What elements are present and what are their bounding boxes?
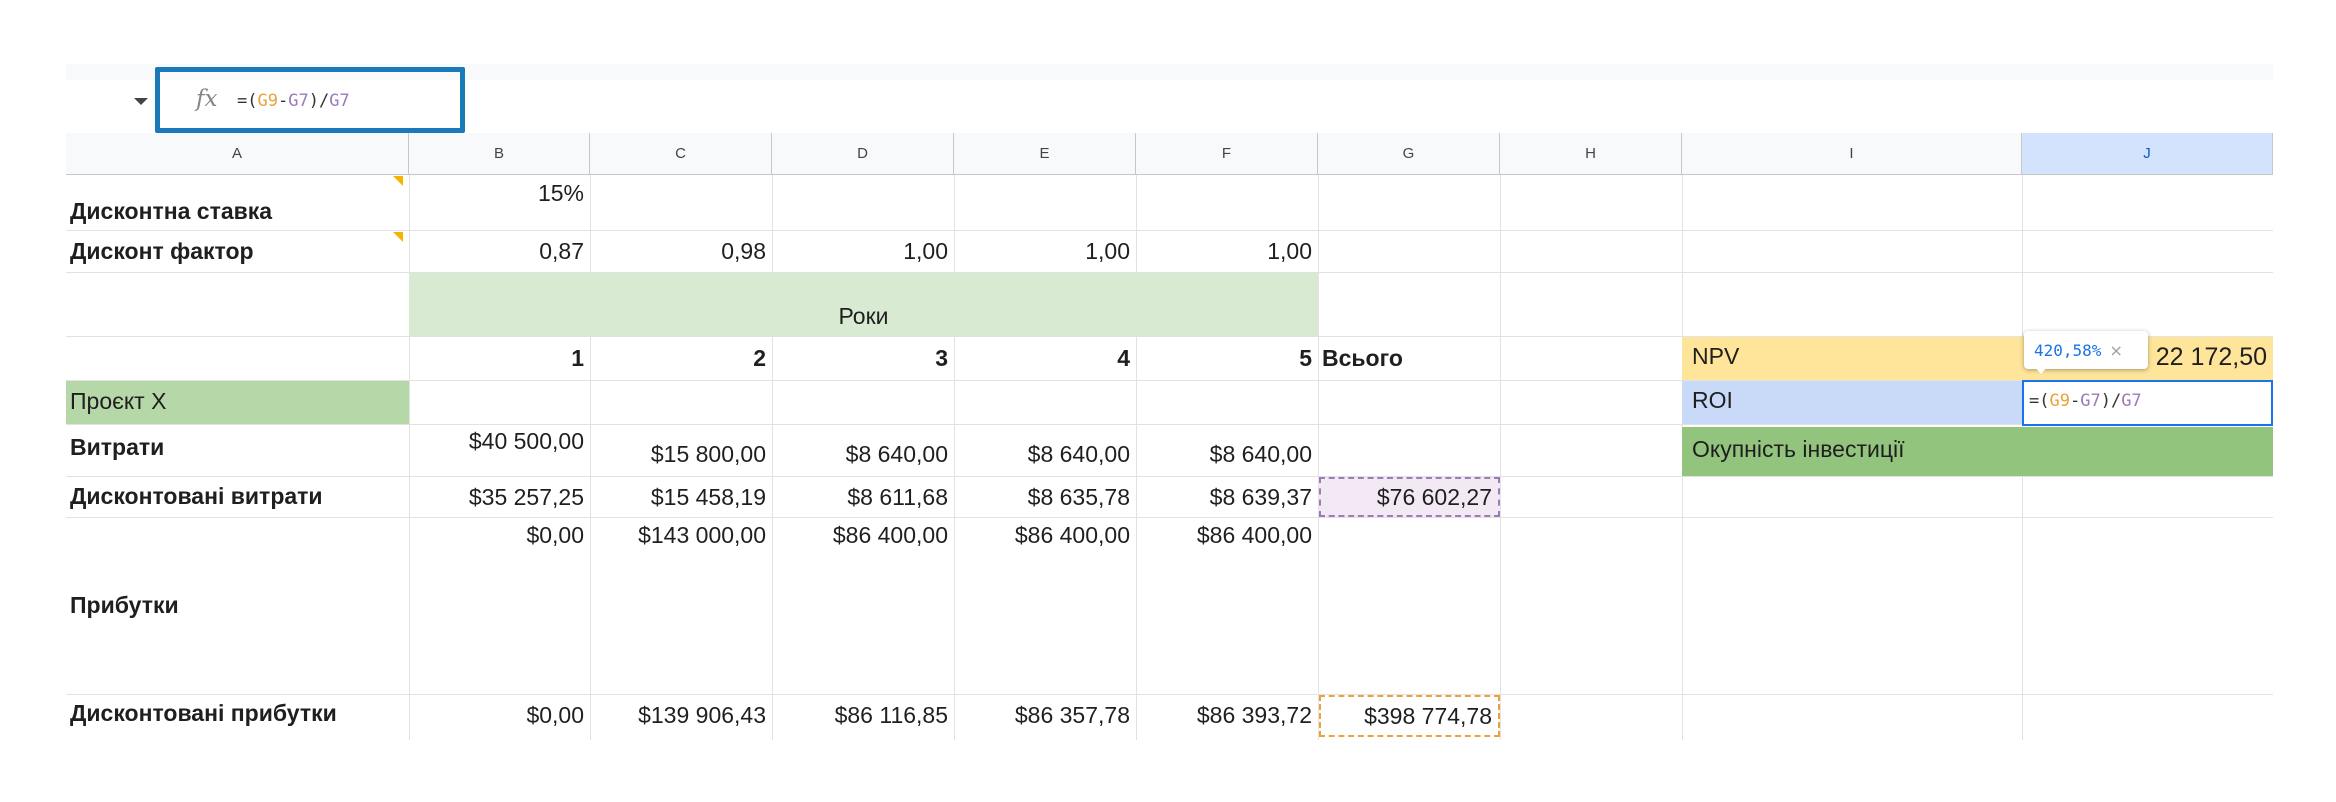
cell-c2[interactable]: 0,98 bbox=[590, 238, 772, 265]
cell-e-costs[interactable]: $8 640,00 bbox=[954, 441, 1136, 468]
column-header-a[interactable]: A bbox=[66, 133, 409, 175]
cell-f2[interactable]: 1,00 bbox=[1136, 238, 1318, 265]
label-costs[interactable]: Витрати bbox=[66, 434, 409, 461]
label-project[interactable]: Проєкт Х bbox=[66, 381, 409, 424]
formula-ref: G7 bbox=[2080, 391, 2101, 411]
column-header-j[interactable]: J bbox=[2022, 133, 2273, 175]
column-header-b[interactable]: B bbox=[409, 133, 590, 175]
formula-ref: G7 bbox=[288, 91, 309, 111]
label-discounted-profits[interactable]: Дисконтовані прибутки bbox=[66, 700, 409, 727]
column-header-f[interactable]: F bbox=[1136, 133, 1318, 175]
cell-b-profits[interactable]: $0,00 bbox=[409, 522, 590, 549]
grid-line bbox=[66, 424, 2273, 425]
cell-b-dcosts[interactable]: $35 257,25 bbox=[409, 484, 590, 511]
payback-label-text: Окупність інвестиції bbox=[1692, 436, 1905, 462]
cell-f-costs[interactable]: $8 640,00 bbox=[1136, 441, 1318, 468]
label-discount-factor[interactable]: Дисконт фактор bbox=[66, 238, 409, 265]
cell-d-profits[interactable]: $86 400,00 bbox=[772, 522, 954, 549]
formula-ref: G9 bbox=[2049, 391, 2070, 411]
cell-d2[interactable]: 1,00 bbox=[772, 238, 954, 265]
column-header-g[interactable]: G bbox=[1318, 133, 1500, 175]
formula-text: )/ bbox=[308, 91, 330, 111]
column-header-i[interactable]: I bbox=[1682, 133, 2022, 175]
cell-f-dprofits[interactable]: $86 393,72 bbox=[1136, 702, 1318, 729]
formula-preview-tooltip: 420,58% × bbox=[2024, 331, 2148, 369]
grid-line bbox=[66, 694, 2273, 695]
cell-b2[interactable]: 0,87 bbox=[409, 238, 590, 265]
cell-f-profits[interactable]: $86 400,00 bbox=[1136, 522, 1318, 549]
cell-year-5[interactable]: 5 bbox=[1136, 345, 1318, 372]
label-roi[interactable]: ROI bbox=[1682, 381, 2022, 424]
cell-year-1[interactable]: 1 bbox=[409, 345, 590, 372]
column-header-d[interactable]: D bbox=[772, 133, 954, 175]
cell-d-costs[interactable]: $8 640,00 bbox=[772, 441, 954, 468]
column-header-h[interactable]: H bbox=[1500, 133, 1682, 175]
column-header-c[interactable]: C bbox=[590, 133, 772, 175]
note-indicator-icon[interactable] bbox=[393, 176, 403, 186]
years-label: Роки bbox=[838, 303, 889, 329]
cell-b-dprofits[interactable]: $0,00 bbox=[409, 702, 590, 729]
grid-line bbox=[66, 476, 2273, 477]
column-header-e[interactable]: E bbox=[954, 133, 1136, 175]
cell-e-profits[interactable]: $86 400,00 bbox=[954, 522, 1136, 549]
grid-line bbox=[66, 230, 2273, 231]
npv-value-text: 22 172,50 bbox=[2155, 343, 2267, 371]
cell-payback-value[interactable] bbox=[2022, 427, 2273, 476]
close-icon[interactable]: × bbox=[2109, 341, 2122, 360]
formula-ref: G9 bbox=[257, 91, 278, 111]
grid-line bbox=[1500, 175, 1501, 740]
label-discount-rate[interactable]: Дисконтна ставка bbox=[66, 198, 409, 225]
cell-c-costs[interactable]: $15 800,00 bbox=[590, 441, 772, 468]
roi-label-text: ROI bbox=[1692, 387, 1733, 413]
tooltip-pointer bbox=[2034, 366, 2048, 374]
cell-b-costs[interactable]: $40 500,00 bbox=[409, 428, 590, 455]
formula-text: )/ bbox=[2100, 391, 2122, 411]
fx-icon: fx bbox=[196, 86, 218, 112]
cell-d-dcosts[interactable]: $8 611,68 bbox=[772, 484, 954, 511]
npv-label-text: NPV bbox=[1692, 343, 1740, 369]
project-label-text: Проєкт Х bbox=[70, 388, 167, 414]
formula-text: - bbox=[277, 91, 289, 111]
formula-ref: G7 bbox=[329, 91, 350, 111]
cell-year-4[interactable]: 4 bbox=[954, 345, 1136, 372]
cell-g7-total-costs[interactable]: $76 602,27 bbox=[1319, 477, 1500, 517]
formula-preview-value: 420,58% bbox=[2034, 340, 2102, 360]
label-payback[interactable]: Окупність інвестиції bbox=[1682, 427, 2022, 476]
cell-c-profits[interactable]: $143 000,00 bbox=[590, 522, 772, 549]
label-npv[interactable]: NPV bbox=[1682, 337, 2022, 380]
formula-text: =( bbox=[2029, 391, 2050, 411]
note-indicator-icon[interactable] bbox=[393, 232, 403, 242]
formula-input[interactable]: =(G9-G7)/G7 bbox=[237, 91, 350, 111]
cell-total-label[interactable]: Всього bbox=[1318, 345, 1500, 372]
cell-f-dcosts[interactable]: $8 639,37 bbox=[1136, 484, 1318, 511]
roi-cell-editor[interactable]: =(G9-G7)/G7 bbox=[2022, 380, 2273, 426]
cell-c-dcosts[interactable]: $15 458,19 bbox=[590, 484, 772, 511]
grid-line bbox=[1318, 175, 1319, 740]
label-discounted-costs[interactable]: Дисконтовані витрати bbox=[66, 483, 409, 510]
name-box-dropdown-icon[interactable] bbox=[134, 98, 148, 105]
cell-year-2[interactable]: 2 bbox=[590, 345, 772, 372]
cell-b1[interactable]: 15% bbox=[409, 180, 590, 207]
grid-line bbox=[66, 517, 2273, 518]
years-header-band[interactable]: Роки bbox=[409, 273, 1318, 336]
cell-e2[interactable]: 1,00 bbox=[954, 238, 1136, 265]
formula-text: - bbox=[2069, 391, 2081, 411]
cell-c-dprofits[interactable]: $139 906,43 bbox=[590, 702, 772, 729]
cell-year-3[interactable]: 3 bbox=[772, 345, 954, 372]
cell-e-dprofits[interactable]: $86 357,78 bbox=[954, 702, 1136, 729]
cell-d-dprofits[interactable]: $86 116,85 bbox=[772, 702, 954, 729]
cell-e-dcosts[interactable]: $8 635,78 bbox=[954, 484, 1136, 511]
cell-g9-total-profits[interactable]: $398 774,78 bbox=[1319, 695, 1500, 737]
formula-ref: G7 bbox=[2121, 391, 2142, 411]
label-profits[interactable]: Прибутки bbox=[66, 592, 409, 619]
formula-text: =( bbox=[237, 91, 258, 111]
